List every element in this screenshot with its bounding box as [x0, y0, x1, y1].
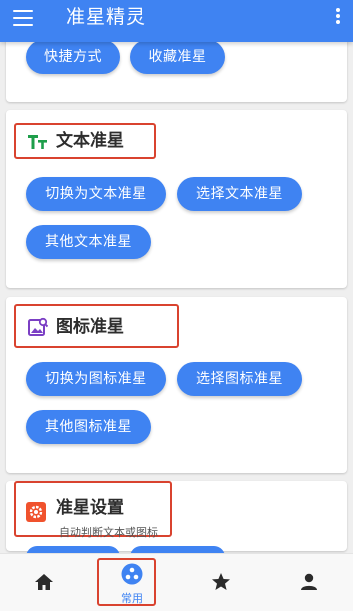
switch-to-image-crosshair-button[interactable]: 切换为图标准星 [26, 362, 166, 396]
settings-icon [26, 502, 46, 522]
home-icon [35, 574, 53, 590]
image-crosshair-header: 图标准星 [14, 304, 179, 348]
switch-to-text-crosshair-button[interactable]: 切换为文本准星 [26, 177, 166, 211]
app-title: 准星精灵 [66, 6, 147, 28]
nav-favorites[interactable] [177, 554, 265, 611]
image-crosshair-card: 图标准星 切换为图标准星 选择图标准星 其他图标准星 [6, 297, 347, 473]
person-icon [301, 573, 317, 590]
select-text-crosshair-button[interactable]: 选择文本准星 [177, 177, 302, 211]
shortcut-button[interactable]: 快捷方式 [26, 40, 120, 74]
image-search-icon [28, 317, 48, 336]
nav-home[interactable] [0, 554, 88, 611]
star-icon [212, 573, 230, 590]
nav-profile[interactable] [265, 554, 353, 611]
more-vert-icon[interactable] [336, 8, 340, 26]
nav-highlight-box [97, 558, 156, 606]
text-crosshair-title: 文本准星 [56, 131, 124, 151]
select-image-crosshair-button[interactable]: 选择图标准星 [177, 362, 302, 396]
favorite-crosshair-button[interactable]: 收藏准星 [130, 40, 225, 74]
crosshair-settings-subtitle: 自动判断文本或图标 [59, 526, 158, 539]
crosshair-settings-title: 准星设置 [56, 498, 124, 518]
menu-icon[interactable] [13, 10, 33, 26]
text-crosshair-header: 文本准星 [14, 123, 156, 159]
image-crosshair-title: 图标准星 [56, 317, 124, 337]
other-image-crosshair-button[interactable]: 其他图标准星 [26, 410, 151, 444]
crosshair-settings-card[interactable]: 准星设置 自动判断文本或图标 [6, 481, 347, 551]
text-format-icon [28, 135, 47, 149]
bottom-navigation: 常用 [0, 553, 353, 611]
other-text-crosshair-button[interactable]: 其他文本准星 [26, 225, 151, 259]
app-bar: 准星精灵 [0, 0, 353, 42]
text-crosshair-card: 文本准星 切换为文本准星 选择文本准星 其他文本准星 [6, 110, 347, 288]
